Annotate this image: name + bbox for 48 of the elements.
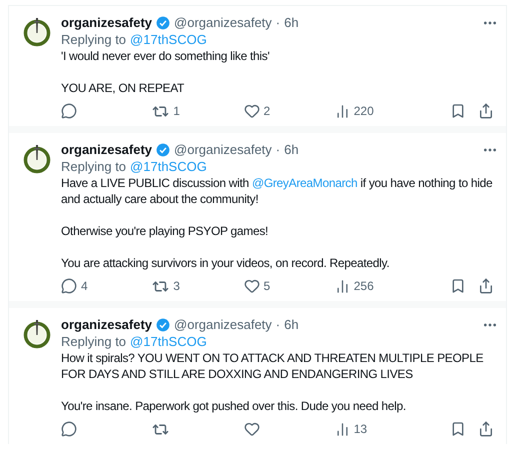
- reply-icon[interactable]: [61, 421, 77, 437]
- reply-icon[interactable]: [61, 278, 77, 294]
- post-text: Have a LIVE PUBLIC discussion with @GreyAreaMonarch if you have nothing to hide and actually care about the community!: [61, 175, 494, 207]
- display-name[interactable]: organizesafety: [61, 142, 152, 158]
- replying-label: Replying to: [61, 333, 126, 350]
- views-icon[interactable]: [334, 104, 350, 118]
- post-text: You are attacking survivors in your videos, on record. Repeatedly.: [61, 255, 390, 271]
- ring-avatar[interactable]: [21, 142, 53, 174]
- view-count: 13: [354, 421, 368, 438]
- user-handle[interactable]: @organizesafety: [174, 142, 272, 158]
- like-icon[interactable]: [244, 278, 260, 294]
- post-time[interactable]: 6h: [284, 317, 299, 333]
- separator-dot: ·: [276, 142, 280, 158]
- post-time[interactable]: 6h: [284, 15, 299, 31]
- post-text: You're insane. Paperwork got pushed over this. Dude you need help.: [61, 398, 407, 414]
- repost-count: 1: [173, 103, 180, 120]
- ring-avatar[interactable]: [21, 317, 53, 349]
- post-text: YOU ARE, ON REPEAT: [61, 80, 186, 96]
- bookmark-icon[interactable]: [450, 103, 466, 119]
- like-count: 5: [264, 278, 270, 295]
- bookmark-icon[interactable]: [450, 421, 466, 437]
- display-name[interactable]: organizesafety: [61, 15, 152, 31]
- views-icon[interactable]: [334, 422, 350, 436]
- separator-dot: ·: [276, 15, 280, 31]
- view-count: 220: [354, 103, 374, 120]
- replying-label: Replying to: [61, 158, 126, 175]
- post-text: How it spirals? YOU WENT ON TO ATTACK AND THREATEN MULTIPLE PEOPLE FOR DAYS AND STILL ARE DOXXING AND ENDANGERING LIVES: [61, 350, 484, 382]
- separator-dot: ·: [276, 317, 280, 333]
- like-count: 2: [264, 103, 270, 120]
- display-name[interactable]: organizesafety: [61, 317, 152, 333]
- share-icon[interactable]: [478, 421, 494, 437]
- post-text: Otherwise you're playing PSYOP games!: [61, 223, 270, 239]
- ring-avatar[interactable]: [21, 15, 53, 47]
- like-icon[interactable]: [244, 103, 260, 119]
- bookmark-icon[interactable]: [450, 278, 466, 294]
- replying-label: Replying to: [61, 31, 126, 48]
- user-handle[interactable]: @organizesafety: [174, 317, 272, 333]
- repost-count: 3: [173, 278, 180, 295]
- reply-count: 4: [81, 278, 88, 295]
- reply-icon[interactable]: [61, 103, 77, 119]
- user-handle[interactable]: @organizesafety: [174, 15, 272, 31]
- post-text: 'I would never ever do something like this': [61, 48, 270, 64]
- view-count: 256: [354, 278, 374, 295]
- share-icon[interactable]: [478, 103, 494, 119]
- share-icon[interactable]: [478, 278, 494, 294]
- post-time[interactable]: 6h: [284, 142, 299, 158]
- views-icon[interactable]: [334, 278, 350, 294]
- like-icon[interactable]: [244, 421, 260, 437]
